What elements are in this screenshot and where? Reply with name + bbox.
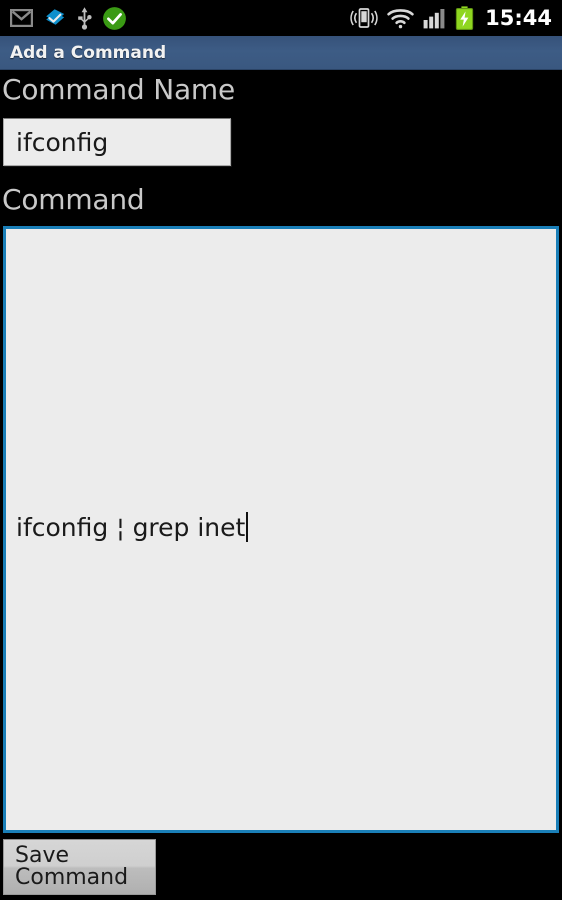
status-bar-left-icons [10,0,127,36]
add-command-form: Command Name ifconfig Command ifconfig ¦… [0,70,562,900]
status-bar-right-icons: 15:44 [350,0,552,36]
status-bar: 15:44 [0,0,562,36]
android-screen: 15:44 Add a Command Command Name ifconfi… [0,0,562,900]
app-title-bar: Add a Command [0,36,562,70]
command-textarea[interactable]: ifconfig ¦ grep inet [3,226,559,833]
status-bar-clock: 15:44 [485,5,552,30]
page-title: Add a Command [10,42,167,63]
command-name-input[interactable]: ifconfig [3,118,231,166]
save-command-button-label: Save Command [15,843,129,890]
command-textarea-value: ifconfig ¦ grep inet [16,512,246,542]
wifi-icon [387,8,414,29]
pocket-check-icon [43,6,67,30]
gmail-icon [10,9,33,27]
usb-icon [77,6,92,30]
vibrate-icon [350,7,378,29]
text-caret [246,512,249,542]
command-textarea-line: ifconfig ¦ grep inet [16,512,249,542]
check-circle-icon [102,6,127,31]
battery-charging-icon [455,6,474,30]
command-label: Command [2,183,145,216]
command-name-input-value: ifconfig [16,127,109,157]
command-name-label: Command Name [2,73,236,106]
save-command-button[interactable]: Save Command [3,839,156,895]
cellular-signal-icon [423,8,446,29]
